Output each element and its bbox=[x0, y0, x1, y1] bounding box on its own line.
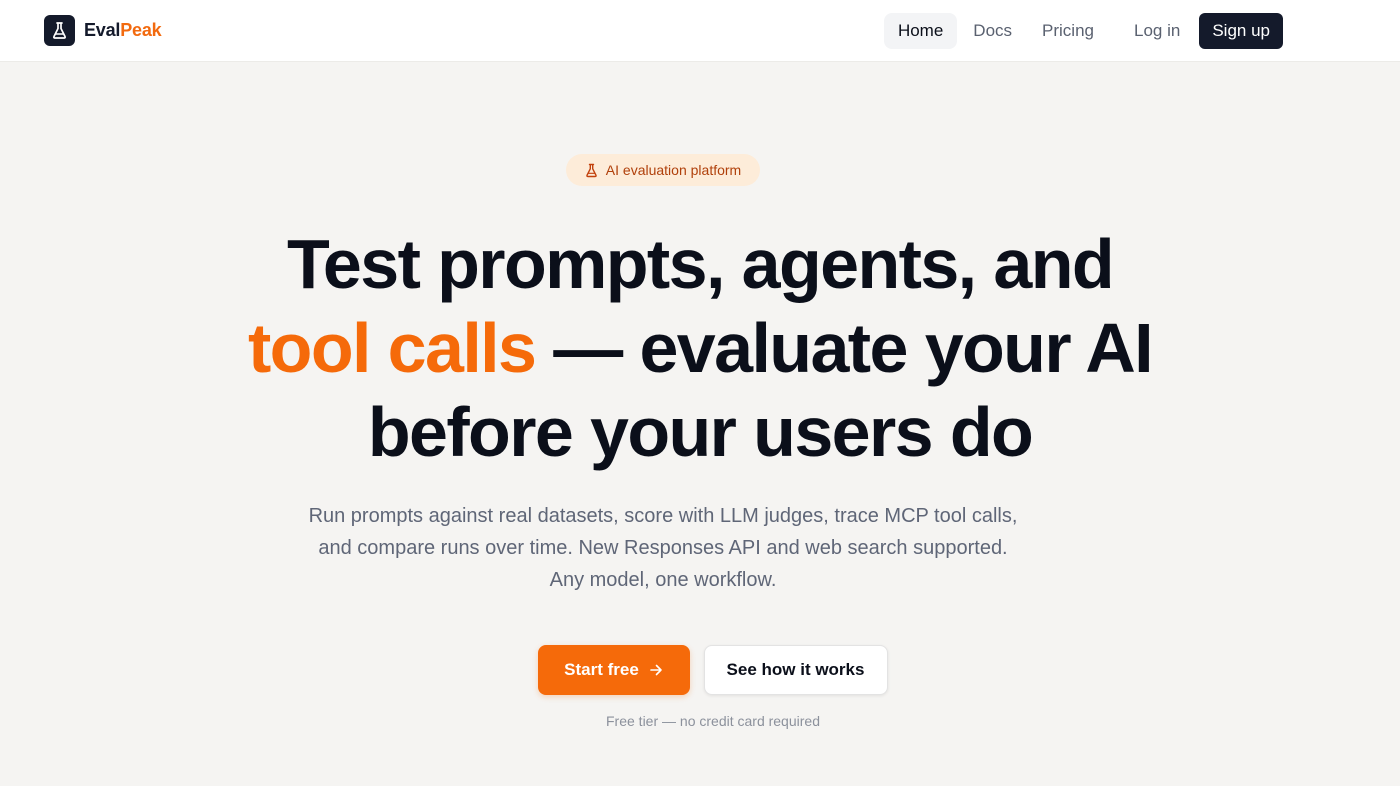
flask-icon bbox=[44, 15, 75, 46]
brand-logo[interactable]: EvalPeak bbox=[44, 15, 162, 46]
hero-headline: Test prompts, agents, and tool calls — e… bbox=[0, 222, 1400, 474]
hero-cta-group: Start free See how it works bbox=[0, 645, 1400, 695]
start-free-label: Start free bbox=[564, 660, 639, 679]
headline-line-3: before your users do bbox=[367, 393, 1034, 471]
brand-name-part1: Eval bbox=[84, 20, 121, 40]
headline-line-1: Test prompts, agents, and bbox=[286, 225, 1115, 303]
main-nav: Home Docs Pricing Log in Sign up bbox=[882, 13, 1283, 49]
headline-line-2: tool calls — evaluate your AI bbox=[0, 306, 1400, 390]
arrow-right-icon bbox=[650, 664, 662, 676]
headline-accent: tool calls bbox=[247, 309, 537, 387]
nav-home[interactable]: Home bbox=[883, 13, 958, 49]
hero-badge: AI evaluation platform bbox=[566, 154, 760, 186]
brand-name-part2: Peak bbox=[120, 20, 162, 40]
hero-subtitle: Run prompts against real datasets, score… bbox=[308, 505, 1018, 591]
login-link[interactable]: Log in bbox=[1120, 13, 1194, 49]
nav-docs[interactable]: Docs bbox=[959, 13, 1026, 49]
free-tier-note: Free tier — no credit card required bbox=[606, 713, 820, 729]
hero-section: AI evaluation platform Test prompts, age… bbox=[0, 62, 1400, 786]
signup-button[interactable]: Sign up bbox=[1199, 13, 1283, 49]
headline-line-2-rest: — evaluate your AI bbox=[535, 309, 1153, 387]
hero-badge-label: AI evaluation platform bbox=[605, 162, 742, 178]
top-navbar: EvalPeak Home Docs Pricing Log in Sign u… bbox=[0, 0, 1400, 62]
nav-pricing[interactable]: Pricing bbox=[1028, 13, 1108, 49]
start-free-button[interactable]: Start free bbox=[537, 645, 690, 695]
flask-icon bbox=[586, 163, 597, 177]
brand-name: EvalPeak bbox=[84, 20, 162, 41]
see-how-it-works-button[interactable]: See how it works bbox=[703, 645, 888, 695]
